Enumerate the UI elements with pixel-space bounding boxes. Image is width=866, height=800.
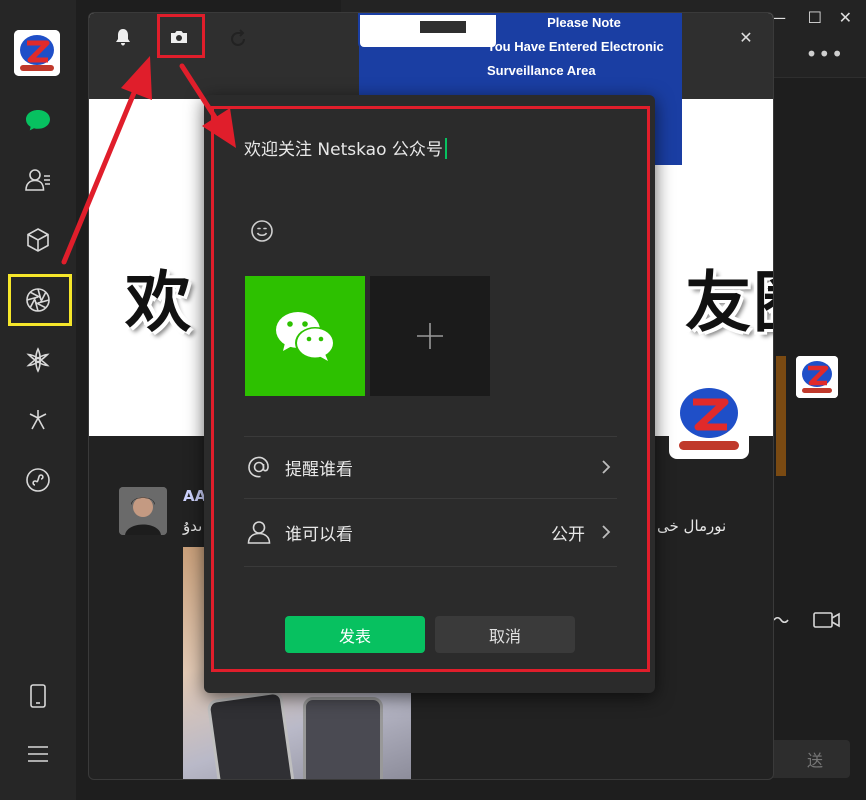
contact-avatar[interactable] <box>796 356 838 398</box>
menu-icon[interactable] <box>18 734 58 774</box>
sign-notice-text: Please Note You Have Entered Electronic … <box>487 13 681 81</box>
close-button[interactable]: ✕ <box>839 8 852 27</box>
selected-image-tile[interactable] <box>245 276 365 396</box>
voice-call-icon[interactable] <box>772 608 794 636</box>
video-call-icon[interactable] <box>812 608 842 636</box>
favorites-icon[interactable] <box>18 220 58 260</box>
sign-line-2: You Have Entered Electronic Surveillance… <box>487 39 664 78</box>
refresh-icon[interactable] <box>226 27 250 51</box>
text-caret <box>444 138 447 159</box>
profile-avatar[interactable] <box>671 381 747 457</box>
mention-label: 提醒谁看 <box>285 459 353 480</box>
person-icon <box>244 517 274 547</box>
post-text-input[interactable]: 欢迎关注 Netskao 公众号 <box>244 135 447 160</box>
mention-row[interactable]: 提醒谁看 <box>244 436 617 498</box>
sign-white-panel <box>358 13 498 49</box>
chat-message-fragment <box>776 356 786 476</box>
photo-phone-1 <box>206 690 296 779</box>
post-moment-dialog: 欢迎关注 Netskao 公众号 提醒谁看 谁可以看 公开 发表 取消 <box>204 95 655 693</box>
add-image-button[interactable] <box>370 276 490 396</box>
emoji-icon[interactable] <box>249 218 275 244</box>
moments-close-label: ✕ <box>739 27 753 47</box>
maximize-button[interactable]: ☐ <box>808 8 822 27</box>
cover-title: 欢 友圈 <box>125 249 773 345</box>
feed-avatar[interactable] <box>119 487 167 535</box>
wechat-logo-icon <box>276 312 335 361</box>
feed-author-name[interactable]: AA <box>183 487 206 505</box>
sign-line-1: Please Note <box>547 15 621 30</box>
cover-title-left: 欢 <box>125 264 193 341</box>
feed-text-left: ىدۇ <box>183 517 203 535</box>
moments-close-icon[interactable]: ✕ <box>734 25 758 49</box>
plus-icon <box>417 323 443 349</box>
user-avatar[interactable] <box>14 30 60 76</box>
phone-icon[interactable] <box>18 676 58 716</box>
chevron-right-icon <box>595 459 617 475</box>
visibility-label: 谁可以看 <box>285 524 353 545</box>
chat-icon[interactable] <box>18 100 58 140</box>
photo-phone-2 <box>303 697 383 779</box>
bell-icon[interactable] <box>111 25 135 49</box>
contacts-icon[interactable] <box>18 160 58 200</box>
cancel-button[interactable]: 取消 <box>435 616 575 653</box>
at-icon <box>244 452 274 482</box>
feed-text-right: نورمال خى <box>657 517 727 535</box>
channels-icon[interactable] <box>18 340 58 380</box>
post-text-value: 欢迎关注 Netskao 公众号 <box>244 140 443 160</box>
divider <box>244 498 617 499</box>
more-button[interactable]: ••• <box>806 42 844 66</box>
main-sidebar <box>0 0 76 800</box>
search-icon[interactable] <box>18 400 58 440</box>
cover-title-right: 友圈 <box>685 264 773 341</box>
chevron-right-icon <box>595 524 617 540</box>
send-button-label: 送 <box>806 751 823 770</box>
publish-button[interactable]: 发表 <box>285 616 425 653</box>
mini-programs-icon[interactable] <box>18 460 58 500</box>
visibility-row[interactable]: 谁可以看 公开 <box>244 501 617 563</box>
divider <box>244 566 617 567</box>
moments-icon[interactable] <box>18 280 58 320</box>
visibility-value: 公开 <box>551 524 585 545</box>
camera-icon[interactable] <box>167 25 191 49</box>
